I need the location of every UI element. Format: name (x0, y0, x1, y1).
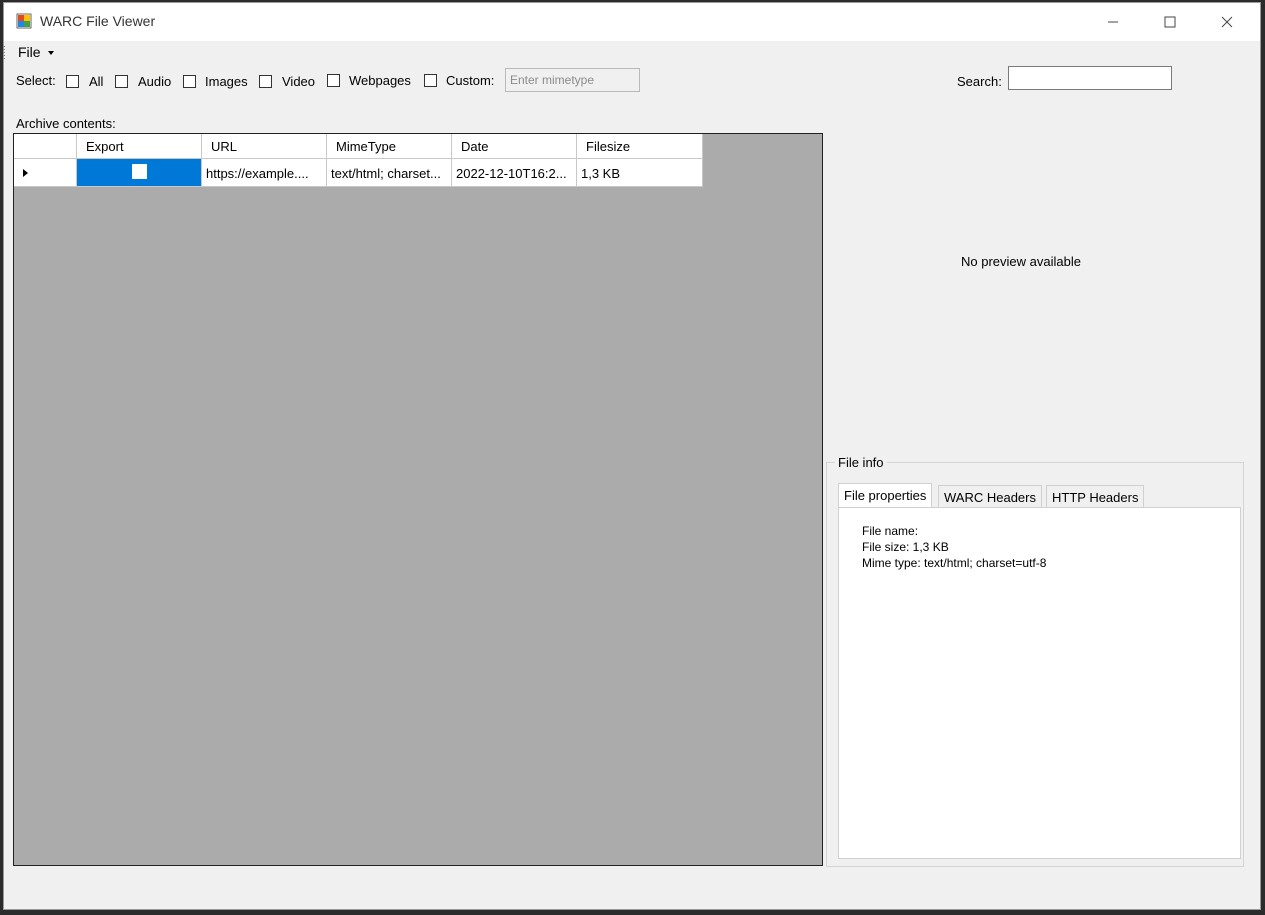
maximize-icon (1164, 16, 1176, 28)
tab-file-properties[interactable]: File properties (838, 483, 933, 509)
checkbox-audio-label: Audio (138, 74, 172, 89)
checkbox-video[interactable] (259, 75, 272, 88)
archive-contents-label: Archive contents: (16, 116, 116, 131)
select-label: Select: (16, 73, 56, 88)
export-checkbox[interactable] (132, 164, 147, 179)
tab-warc-headers[interactable]: WARC Headers (938, 485, 1042, 508)
property-file-size: File size: 1,3 KB (862, 540, 949, 554)
checkbox-video-label: Video (282, 74, 316, 89)
custom-mimetype-input[interactable]: Enter mimetype (505, 68, 640, 92)
row-header-corner (14, 134, 77, 159)
column-header-url[interactable]: URL (202, 134, 327, 159)
minimize-icon (1108, 21, 1118, 23)
checkbox-all[interactable] (66, 75, 79, 88)
table-cell-filesize[interactable]: 1,3 KB (577, 159, 703, 187)
search-label: Search: (957, 74, 1002, 89)
window-title: WARC File Viewer (40, 13, 156, 29)
minimize-button[interactable] (1090, 3, 1136, 41)
preview-message: No preview available (961, 254, 1081, 269)
row-pointer-icon (23, 169, 28, 177)
table-cell-url[interactable]: https://example.... (202, 159, 327, 187)
checkbox-custom[interactable] (424, 74, 437, 87)
file-info-label: File info (835, 455, 887, 470)
checkbox-custom-label: Custom: (446, 73, 495, 88)
maximize-button[interactable] (1147, 3, 1193, 41)
property-file-name: File name: (862, 524, 919, 538)
tab-http-headers[interactable]: HTTP Headers (1046, 485, 1145, 508)
column-header-mimetype[interactable]: MimeType (327, 134, 452, 159)
title-bar: WARC File Viewer (4, 3, 1260, 41)
column-header-date[interactable]: Date (452, 134, 577, 159)
checkbox-images[interactable] (183, 75, 196, 88)
column-header-export[interactable]: Export (77, 134, 202, 159)
checkbox-images-label: Images (205, 74, 248, 89)
warc-app-icon (16, 13, 32, 29)
checkbox-webpages[interactable] (327, 74, 340, 87)
close-icon (1221, 16, 1233, 28)
table-cell-mimetype[interactable]: text/html; charset... (327, 159, 452, 187)
file-menu[interactable]: File (18, 44, 41, 60)
checkbox-audio[interactable] (115, 75, 128, 88)
close-button[interactable] (1204, 3, 1250, 41)
checkbox-webpages-label: Webpages (349, 73, 411, 88)
checkbox-all-label: All (89, 74, 104, 89)
search-input[interactable] (1008, 66, 1172, 90)
menu-grip (3, 46, 5, 60)
chevron-down-icon (48, 51, 54, 55)
archive-grid: Export URL MimeType Date Filesize https:… (13, 133, 823, 866)
table-cell-date[interactable]: 2022-12-10T16:2... (452, 159, 577, 187)
property-mime-type: Mime type: text/html; charset=utf-8 (862, 556, 1047, 570)
column-header-filesize[interactable]: Filesize (577, 134, 703, 159)
